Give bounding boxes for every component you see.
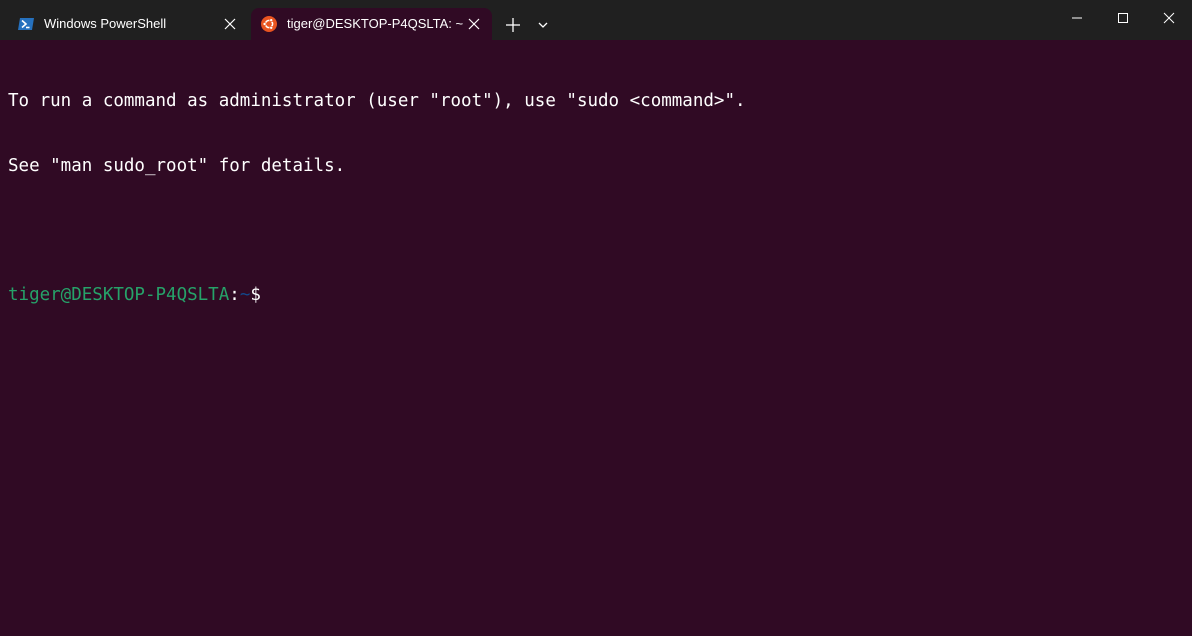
close-icon[interactable] bbox=[466, 16, 482, 32]
maximize-button[interactable] bbox=[1100, 0, 1146, 40]
terminal-output[interactable]: To run a command as administrator (user … bbox=[8, 48, 1184, 349]
chevron-down-icon[interactable] bbox=[536, 18, 550, 32]
terminal-window: Windows PowerShell tiger@DESKTOP-P4QSLTA… bbox=[0, 0, 1192, 636]
terminal-line: See "man sudo_root" for details. bbox=[8, 155, 346, 176]
prompt-symbol: $ bbox=[250, 284, 261, 305]
terminal-line: To run a command as administrator (user … bbox=[8, 91, 746, 111]
title-bar[interactable]: Windows PowerShell tiger@DESKTOP-P4QSLTA… bbox=[0, 0, 1192, 40]
close-icon[interactable] bbox=[222, 16, 238, 32]
maximize-icon bbox=[1117, 11, 1129, 29]
close-icon bbox=[1163, 11, 1175, 29]
tab-title: Windows PowerShell bbox=[44, 16, 167, 31]
prompt-path: ~ bbox=[239, 284, 251, 305]
tab-windows-powershell[interactable]: Windows PowerShell bbox=[8, 8, 248, 40]
prompt-colon: : bbox=[229, 284, 240, 305]
tab-title: tiger@DESKTOP-P4QSLTA: ~ bbox=[287, 16, 464, 31]
plus-icon[interactable] bbox=[504, 16, 522, 34]
powershell-icon bbox=[18, 16, 34, 32]
minimize-button[interactable] bbox=[1054, 0, 1100, 40]
ubuntu-icon bbox=[261, 16, 277, 32]
close-window-button[interactable] bbox=[1146, 0, 1192, 40]
minimize-icon bbox=[1071, 11, 1083, 29]
prompt-user-host: tiger@DESKTOP-P4QSLTA bbox=[8, 284, 230, 305]
tab-ubuntu[interactable]: tiger@DESKTOP-P4QSLTA: ~ bbox=[251, 8, 492, 40]
terminal-prompt: tiger@DESKTOP-P4QSLTA:~$ bbox=[8, 285, 1184, 307]
